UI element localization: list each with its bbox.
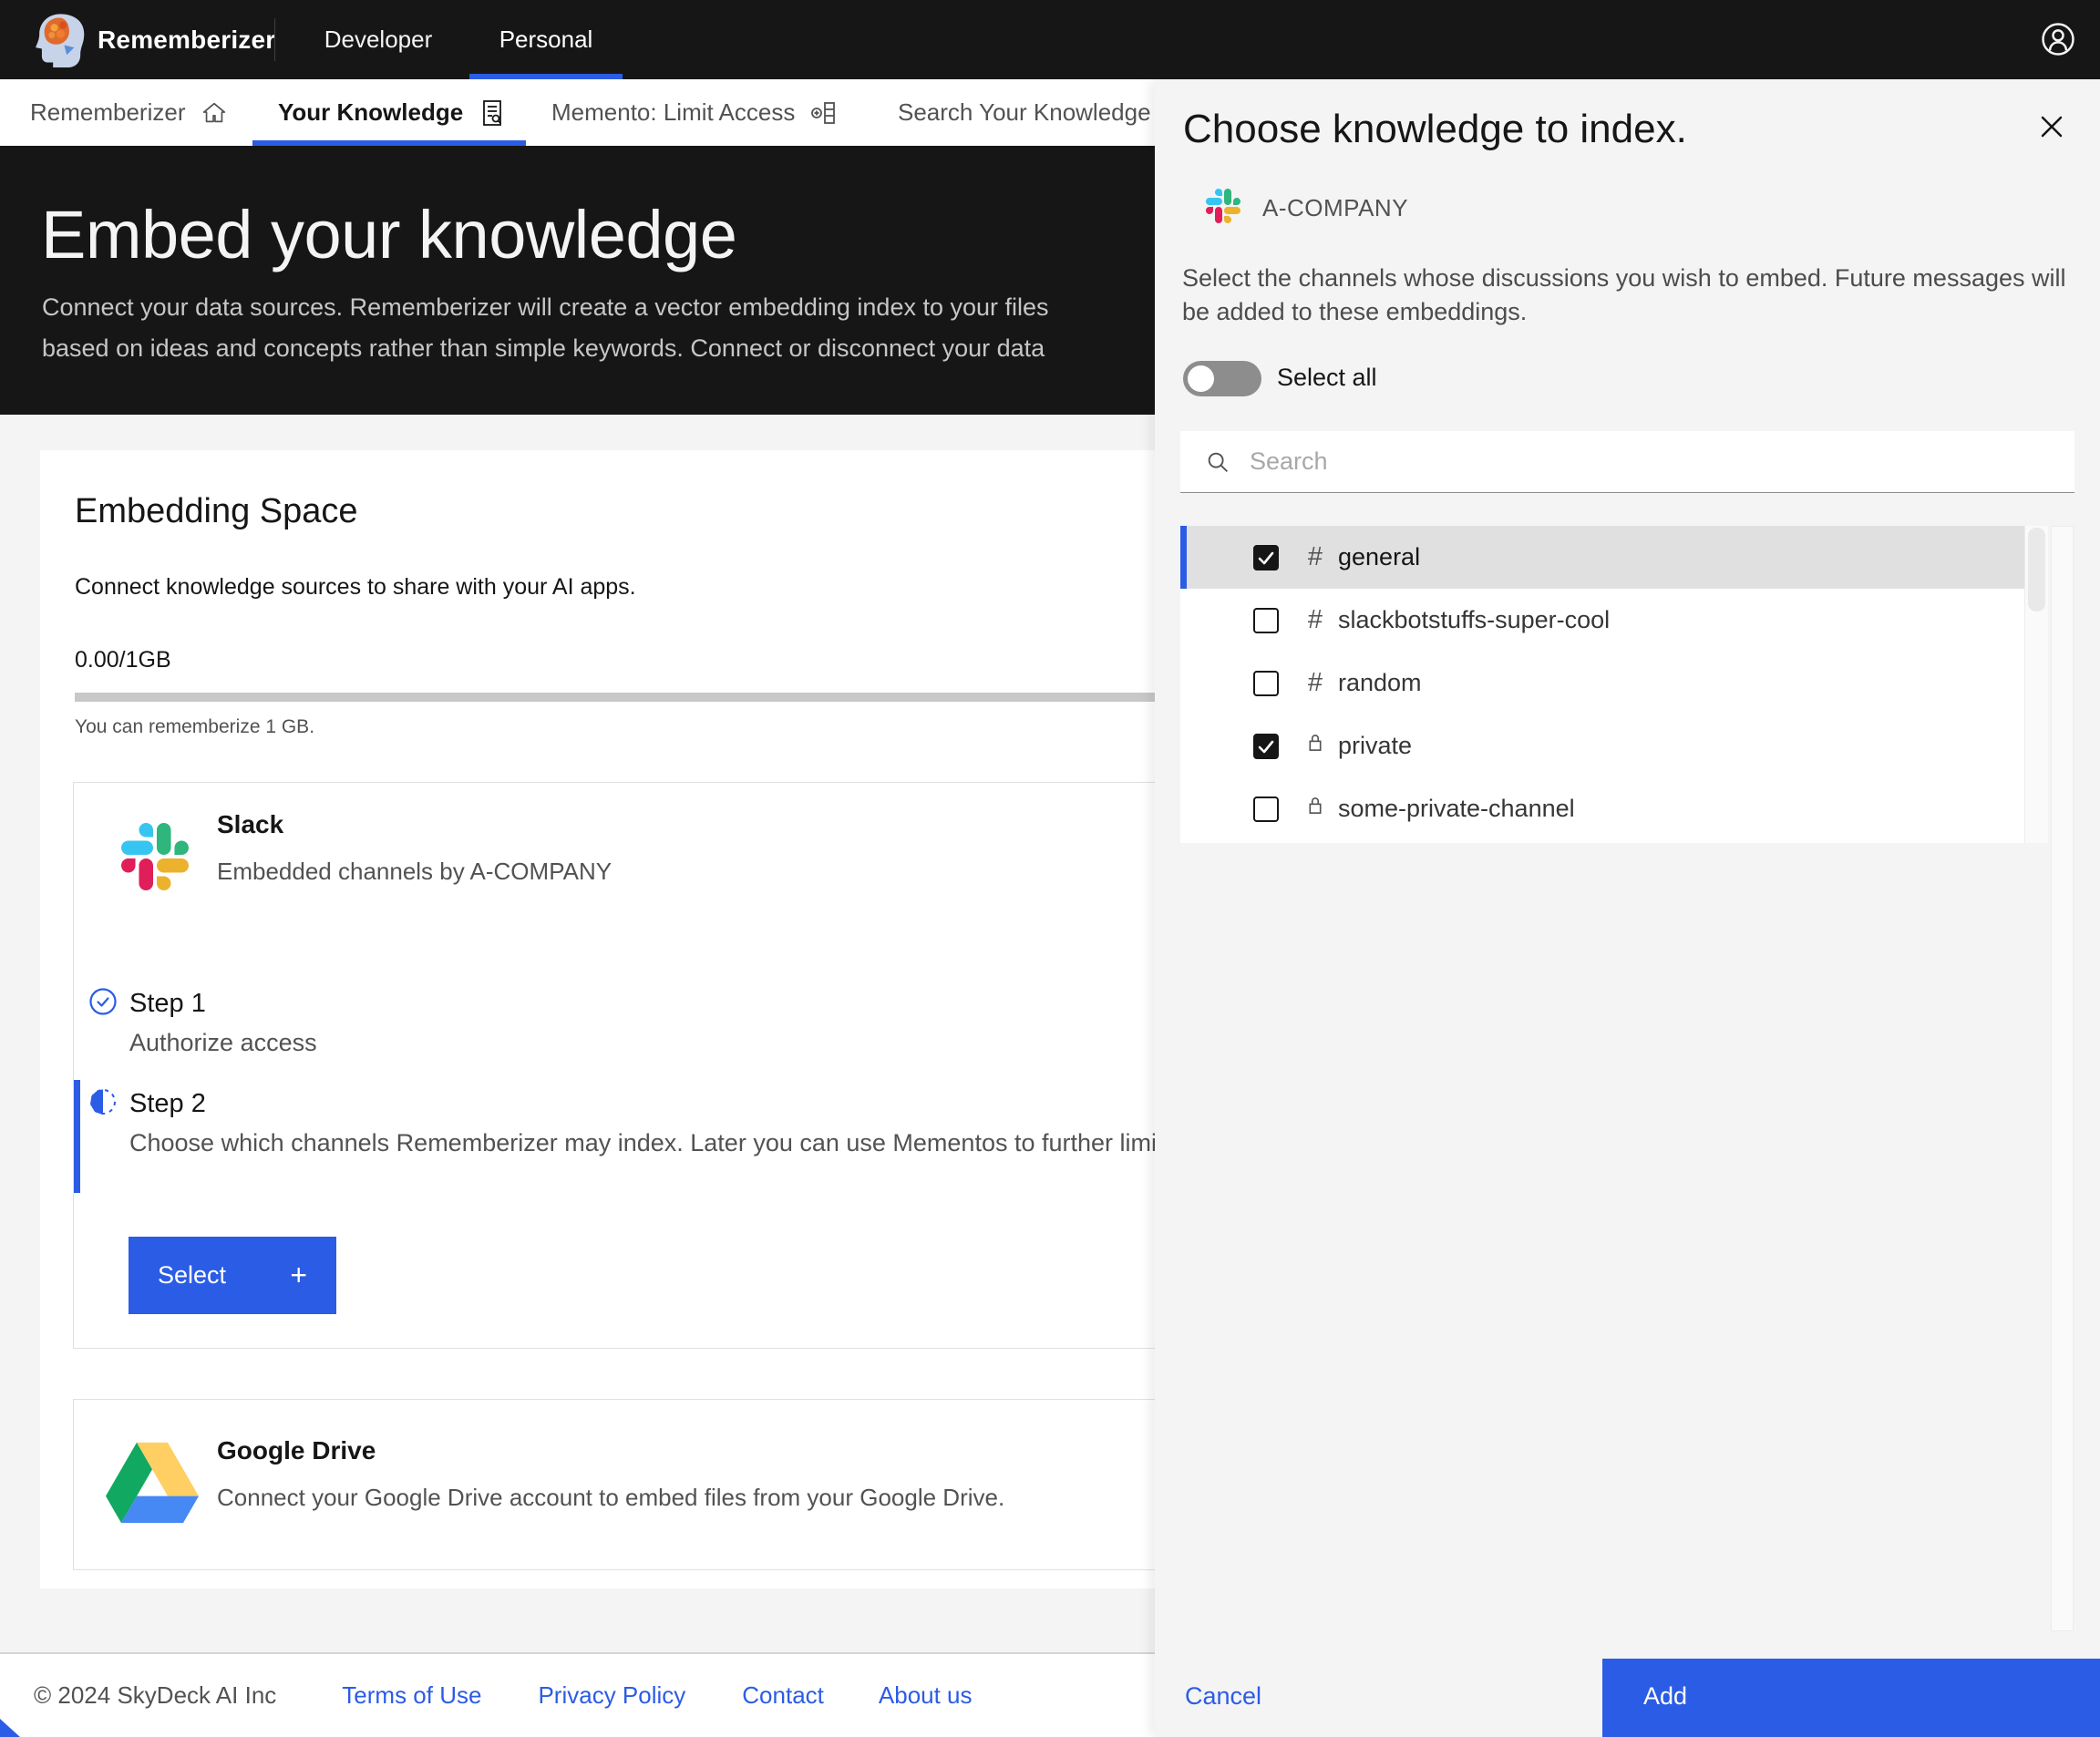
step2-label: Step 2 <box>129 1089 206 1119</box>
footer-link-contact[interactable]: Contact <box>742 1681 824 1710</box>
copyright-text: © 2024 SkyDeck AI Inc <box>34 1681 276 1710</box>
embedding-space-title: Embedding Space <box>75 492 358 531</box>
step1-complete-icon <box>88 987 118 1016</box>
account-button[interactable] <box>2038 19 2078 59</box>
tab-memento-label: Memento: Limit Access <box>551 98 795 127</box>
select-all-toggle[interactable] <box>1183 361 1261 396</box>
corner-widget-wedge <box>0 1719 20 1737</box>
storage-usage-value: 0.00/1GB <box>75 647 171 673</box>
footer-link-privacy[interactable]: Privacy Policy <box>538 1681 685 1710</box>
footer-link-about[interactable]: About us <box>879 1681 973 1710</box>
nav-item-personal[interactable]: Personal <box>469 0 623 79</box>
slack-workspace-icon <box>1206 189 1240 223</box>
panel-title: Choose knowledge to index. <box>1183 107 1687 152</box>
tab-your-knowledge-label: Your Knowledge <box>278 98 463 127</box>
top-nav: Rememberizer Developer Personal <box>0 0 2100 79</box>
channel-type-icon: # <box>1302 605 1329 635</box>
channel-list: # general # slackbotstuffs-super-cool # … <box>1180 526 2048 843</box>
hero-subtitle-line2: based on ideas and concepts rather than … <box>42 328 1049 369</box>
channel-checkbox[interactable] <box>1253 545 1279 570</box>
hero-subtitle: Connect your data sources. Rememberizer … <box>42 287 1049 369</box>
channel-label: slackbotstuffs-super-cool <box>1338 606 1610 634</box>
channel-checkbox[interactable] <box>1253 671 1279 696</box>
close-panel-button[interactable] <box>2030 105 2074 149</box>
panel-scrollbar[interactable] <box>2051 526 2074 1631</box>
plus-icon: + <box>290 1259 307 1292</box>
step2-incomplete-icon <box>88 1087 118 1116</box>
brand[interactable]: Rememberizer <box>34 0 275 79</box>
active-nav-underline <box>469 74 623 79</box>
slack-card-title: Slack <box>217 810 283 839</box>
tab-rememberizer-label: Rememberizer <box>30 98 186 127</box>
rememberizer-logo-icon <box>34 13 85 67</box>
search-icon <box>1204 448 1231 476</box>
brand-name: Rememberizer <box>98 26 275 55</box>
report-document-icon <box>478 98 507 128</box>
tab-your-knowledge[interactable]: Your Knowledge <box>278 79 507 146</box>
list-scrollbar[interactable] <box>2024 526 2048 843</box>
channel-search <box>1180 431 2074 493</box>
nav-item-developer[interactable]: Developer <box>310 0 447 79</box>
slack-card-subtitle: Embedded channels by A-COMPANY <box>217 858 612 886</box>
tab-search-label: Search Your Knowledge <box>898 98 1151 127</box>
close-icon <box>2038 113 2065 140</box>
channel-type-icon: # <box>1302 668 1329 698</box>
channel-checkbox[interactable] <box>1253 734 1279 759</box>
channel-label: some-private-channel <box>1338 795 1575 823</box>
google-drive-logo-icon <box>106 1442 199 1524</box>
channel-checkbox[interactable] <box>1253 797 1279 822</box>
channel-type-icon: # <box>1302 731 1329 762</box>
hero-subtitle-line1: Connect your data sources. Rememberizer … <box>42 287 1049 328</box>
channel-checkbox[interactable] <box>1253 608 1279 633</box>
channel-row[interactable]: # some-private-channel <box>1180 777 2024 840</box>
select-channels-button[interactable]: Select + <box>129 1237 336 1314</box>
channel-row[interactable]: # general <box>1180 526 2024 589</box>
user-account-icon <box>2038 19 2078 59</box>
select-all-label: Select all <box>1277 364 1377 392</box>
channel-row[interactable]: # private <box>1180 714 2024 777</box>
tab-memento-limit-access[interactable]: Memento: Limit Access <box>551 79 839 146</box>
nav-divider <box>274 18 275 61</box>
list-scrollbar-thumb[interactable] <box>2028 528 2045 612</box>
channel-type-icon: # <box>1302 794 1329 825</box>
search-input[interactable] <box>1250 431 2052 491</box>
step1-description: Authorize access <box>129 1029 317 1057</box>
footer-link-terms[interactable]: Terms of Use <box>342 1681 481 1710</box>
channel-label: private <box>1338 732 1412 760</box>
step2-description: Choose which channels Rememberizer may i… <box>129 1129 1164 1157</box>
home-icon <box>201 99 228 127</box>
step1-label: Step 1 <box>129 989 206 1019</box>
channel-label: random <box>1338 669 1422 697</box>
select-button-label: Select <box>158 1261 226 1290</box>
tab-search-your-knowledge[interactable]: Search Your Knowledge <box>898 79 1151 146</box>
slack-logo-icon <box>121 823 189 890</box>
panel-description: Select the channels whose discussions yo… <box>1182 262 2094 329</box>
choose-knowledge-panel: Choose knowledge to index. A-COMPANY Sel… <box>1155 79 2100 1737</box>
active-tab-underline <box>252 140 526 146</box>
channel-label: general <box>1338 543 1420 571</box>
gdrive-card-subtitle: Connect your Google Drive account to emb… <box>217 1484 1004 1512</box>
add-button-label: Add <box>1643 1682 1687 1711</box>
cancel-button-label: Cancel <box>1185 1682 1261 1711</box>
channel-type-icon: # <box>1302 542 1329 572</box>
storage-note: You can rememberize 1 GB. <box>75 716 314 738</box>
gdrive-card-title: Google Drive <box>217 1436 376 1465</box>
tab-rememberizer[interactable]: Rememberizer <box>30 79 228 146</box>
add-button[interactable]: Add <box>1602 1659 2100 1737</box>
cancel-button[interactable]: Cancel <box>1155 1659 1602 1737</box>
channel-rows: # general # slackbotstuffs-super-cool # … <box>1180 526 2024 843</box>
current-step-indicator-bar <box>74 1080 80 1193</box>
channel-row[interactable]: # slackbotstuffs-super-cool <box>1180 589 2024 652</box>
embedding-space-subtitle: Connect knowledge sources to share with … <box>75 574 636 601</box>
toggle-knob <box>1188 365 1214 392</box>
workspace-name: A-COMPANY <box>1262 194 1408 222</box>
memento-icon <box>809 98 839 128</box>
channel-row[interactable]: # random <box>1180 652 2024 714</box>
hero-title: Embed your knowledge <box>41 196 736 273</box>
